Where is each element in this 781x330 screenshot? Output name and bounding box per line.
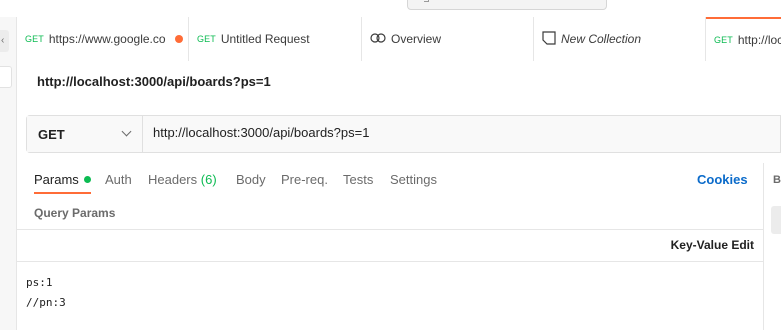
- params-active-dot-icon: [83, 176, 91, 183]
- right-panel-button[interactable]: [771, 206, 781, 234]
- tab-overview[interactable]: Overview: [362, 17, 534, 61]
- tab-label: Untitled Request: [220, 32, 310, 46]
- rail-button[interactable]: [0, 66, 12, 88]
- method-badge: GET: [197, 34, 216, 44]
- tab-localhost[interactable]: GET http://loc: [706, 17, 781, 61]
- unsaved-dot-icon: [174, 35, 183, 43]
- query-params-label: Query Params: [34, 206, 116, 220]
- tab-params[interactable]: Params: [34, 172, 91, 187]
- tab-label: Overview: [391, 32, 442, 46]
- top-strip: [0, 0, 781, 17]
- chevron-icon: [424, 0, 429, 2]
- tab-label: https://www.google.co: [48, 32, 166, 46]
- global-search-input[interactable]: [407, 0, 607, 10]
- tab-new-collection[interactable]: New Collection: [534, 17, 706, 61]
- tab-label: http://loc: [737, 33, 781, 47]
- params-table-header: Key-Value Edit: [17, 229, 763, 262]
- method-badge: GET: [714, 35, 733, 45]
- cookies-link[interactable]: Cookies: [697, 172, 748, 187]
- right-panel-label: B: [773, 174, 781, 186]
- url-input[interactable]: http://localhost:3000/api/boards?ps=1: [153, 125, 369, 140]
- bulk-line: //pn:3: [26, 296, 66, 309]
- tab-label: Params: [34, 172, 79, 187]
- tab-label: Headers: [148, 172, 198, 187]
- tab-body[interactable]: Body: [236, 172, 266, 187]
- url-bar: GET http://localhost:3000/api/boards?ps=…: [26, 115, 781, 153]
- request-tabs: Params Auth Headers (6) Body Pre-req. Te…: [17, 165, 763, 197]
- bulk-line: ps:1: [26, 276, 53, 289]
- tab-settings[interactable]: Settings: [390, 172, 437, 187]
- tab-bar: GET https://www.google.co GET Untitled R…: [17, 17, 781, 61]
- tab-auth[interactable]: Auth: [105, 172, 132, 187]
- collection-icon: [542, 30, 556, 48]
- right-panel-divider: [763, 163, 764, 330]
- method-select[interactable]: GET: [27, 116, 143, 152]
- bulk-edit-textarea[interactable]: ps:1 //pn:3: [26, 273, 66, 313]
- method-badge: GET: [25, 34, 44, 44]
- left-rail: ‹: [0, 17, 17, 330]
- tab-untitled-request[interactable]: GET Untitled Request: [189, 17, 362, 61]
- tab-label: New Collection: [561, 32, 642, 46]
- postman-window: ‹ GET https://www.google.co GET Untitled…: [0, 0, 781, 330]
- headers-count: (6): [200, 172, 217, 187]
- active-tab-indicator: [34, 192, 91, 194]
- overview-icon: [370, 32, 386, 47]
- tab-headers[interactable]: Headers (6): [148, 172, 217, 187]
- key-value-edit-button[interactable]: Key-Value Edit: [671, 238, 754, 252]
- tab-google[interactable]: GET https://www.google.co: [17, 17, 189, 61]
- request-title[interactable]: http://localhost:3000/api/boards?ps=1: [37, 74, 271, 89]
- tab-prereq[interactable]: Pre-req.: [281, 172, 328, 187]
- chevron-left-icon: ‹: [1, 35, 5, 46]
- method-label: GET: [38, 126, 65, 142]
- chevron-down-icon: [121, 126, 132, 137]
- tab-tests[interactable]: Tests: [343, 172, 373, 187]
